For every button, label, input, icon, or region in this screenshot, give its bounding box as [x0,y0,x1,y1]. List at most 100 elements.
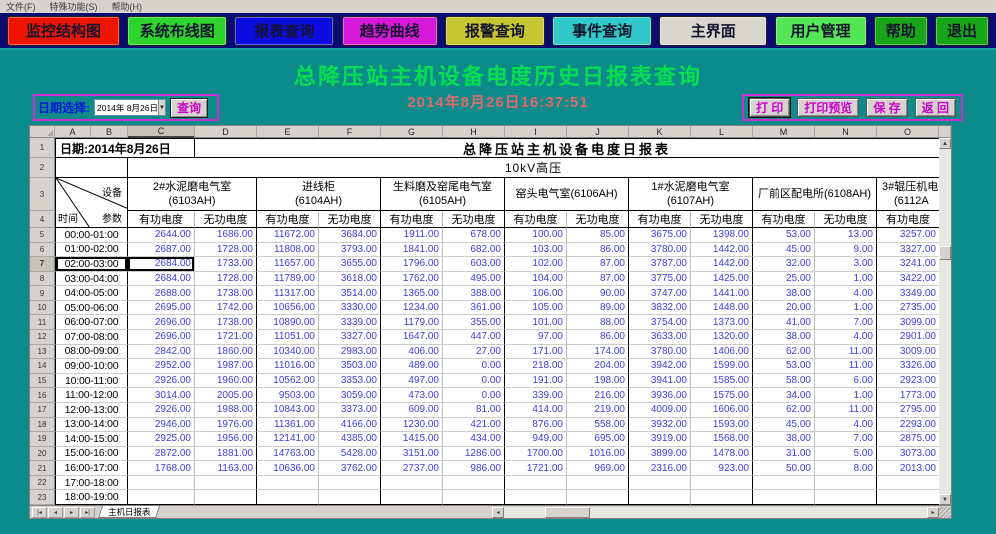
cell-M18[interactable]: 45.00 [753,418,815,433]
cell-F6[interactable]: 3793.00 [319,243,381,258]
cell-F18[interactable]: 4166.00 [319,418,381,433]
cell-E19[interactable]: 12141.00 [257,432,319,447]
cell-I6[interactable]: 103.00 [505,243,567,258]
cell-L11[interactable]: 1373.00 [691,315,753,330]
cell-A20-time[interactable]: 15:00-16:00 [55,447,128,462]
row-header-17[interactable]: 17 [30,403,55,418]
nav-button-main-screen[interactable]: 主界面 [659,16,767,46]
cell-L23[interactable] [691,490,753,505]
cell-F7[interactable]: 3655.00 [319,257,381,272]
measure-header-J[interactable]: 无功电度 [567,211,629,228]
cell-M17[interactable]: 62.00 [753,403,815,418]
cell-A6-time[interactable]: 01:00-02:00 [55,243,128,258]
nav-button-event-query[interactable]: 事件查询 [552,16,652,46]
cell-D16[interactable]: 2005.00 [195,388,257,403]
col-header-C[interactable]: C [128,126,195,138]
cell-E20[interactable]: 14763.00 [257,447,319,462]
cell-N7[interactable]: 3.00 [815,257,877,272]
measure-header-H[interactable]: 无功电度 [443,211,505,228]
cell-I15[interactable]: 191.00 [505,374,567,389]
cell-K22[interactable] [629,476,691,491]
col-header-D[interactable]: D [195,126,257,138]
row-header-18[interactable]: 18 [30,418,55,433]
cell-D19[interactable]: 1956.00 [195,432,257,447]
cell-C6[interactable]: 2687.00 [128,243,195,258]
row-header-12[interactable]: 12 [30,330,55,345]
cell-D11[interactable]: 1738.00 [195,315,257,330]
scroll-left-icon[interactable]: ◂ [492,507,504,518]
cell-D14[interactable]: 1987.00 [195,359,257,374]
col-header-G[interactable]: G [381,126,443,138]
cell-O16[interactable]: 1773.00 [877,388,939,403]
cell-I11[interactable]: 101.00 [505,315,567,330]
cell-A19-time[interactable]: 14:00-15:00 [55,432,128,447]
cell-G13[interactable]: 406.00 [381,345,443,360]
cell-A11-time[interactable]: 06:00-07:00 [55,315,128,330]
cell-D6[interactable]: 1728.00 [195,243,257,258]
cell-D22[interactable] [195,476,257,491]
cell-C5[interactable]: 2644.00 [128,228,195,243]
cell-N15[interactable]: 6.00 [815,374,877,389]
cell-H15[interactable]: 0.00 [443,374,505,389]
cell-A7-time[interactable]: 02:00-03:00 [55,257,128,272]
cell-G22[interactable] [381,476,443,491]
cell-J6[interactable]: 86.00 [567,243,629,258]
cell-G12[interactable]: 1647.00 [381,330,443,345]
cell-K17[interactable]: 4009.00 [629,403,691,418]
cell-H5[interactable]: 678.00 [443,228,505,243]
cell-N9[interactable]: 4.00 [815,286,877,301]
nav-button-system-wiring[interactable]: 系统布线图 [127,16,227,46]
menu-item-help[interactable]: 帮助(H) [112,0,143,13]
cell-M14[interactable]: 53.00 [753,359,815,374]
cell-J5[interactable]: 85.00 [567,228,629,243]
cell-C19[interactable]: 2925.00 [128,432,195,447]
cell-L22[interactable] [691,476,753,491]
cell-J10[interactable]: 89.00 [567,301,629,316]
nav-button-monitor-structure[interactable]: 监控结构图 [7,16,120,46]
cell-O10[interactable]: 2735.00 [877,301,939,316]
cell-I13[interactable]: 171.00 [505,345,567,360]
cell-C21[interactable]: 1768.00 [128,461,195,476]
nav-button-trend-curve[interactable]: 趋势曲线 [342,16,438,46]
cell-K16[interactable]: 3936.00 [629,388,691,403]
cell-E21[interactable]: 10636.00 [257,461,319,476]
cell-H21[interactable]: 986.00 [443,461,505,476]
cell-D5[interactable]: 1686.00 [195,228,257,243]
cell-O17[interactable]: 2795.00 [877,403,939,418]
col-header-E[interactable]: E [257,126,319,138]
cell-D12[interactable]: 1721.00 [195,330,257,345]
cell-E10[interactable]: 10656.00 [257,301,319,316]
cell-M12[interactable]: 38.00 [753,330,815,345]
cell-A16-time[interactable]: 11:00-12:00 [55,388,128,403]
measure-header-K[interactable]: 有功电度 [629,211,691,228]
cell-M23[interactable] [753,490,815,505]
cell-J20[interactable]: 1016.00 [567,447,629,462]
scroll-up-icon[interactable]: ▲ [939,138,951,149]
cell-F12[interactable]: 3327.00 [319,330,381,345]
cell-G16[interactable]: 473.00 [381,388,443,403]
measure-header-G[interactable]: 有功电度 [381,211,443,228]
cell-I19[interactable]: 949.00 [505,432,567,447]
scroll-right-icon[interactable]: ▸ [927,507,939,518]
vertical-scroll-thumb[interactable] [939,246,951,260]
cell-A12-time[interactable]: 07:00-08:00 [55,330,128,345]
measure-header-D[interactable]: 无功电度 [195,211,257,228]
cell-G14[interactable]: 489.00 [381,359,443,374]
col-header-M[interactable]: M [753,126,815,138]
cell-K9[interactable]: 3747.00 [629,286,691,301]
date-cell[interactable]: 日期:2014年8月26日 [55,138,195,158]
cell-H19[interactable]: 434.00 [443,432,505,447]
cell-F14[interactable]: 3503.00 [319,359,381,374]
cell-C9[interactable]: 2688.00 [128,286,195,301]
col-header-L[interactable]: L [691,126,753,138]
cell-C20[interactable]: 2872.00 [128,447,195,462]
device-header-6[interactable]: 厂前区配电所(6108AH) [753,178,877,211]
cell-E11[interactable]: 10890.00 [257,315,319,330]
cell-D7[interactable]: 1733.00 [195,257,257,272]
cell-H23[interactable] [443,490,505,505]
cell-M22[interactable] [753,476,815,491]
back-button[interactable]: 返 回 [915,98,956,117]
nav-button-user-management[interactable]: 用户管理 [775,16,867,46]
cell-C13[interactable]: 2842.00 [128,345,195,360]
device-header-3[interactable]: 生料磨及窑尾电气室(6105AH) [381,178,505,211]
